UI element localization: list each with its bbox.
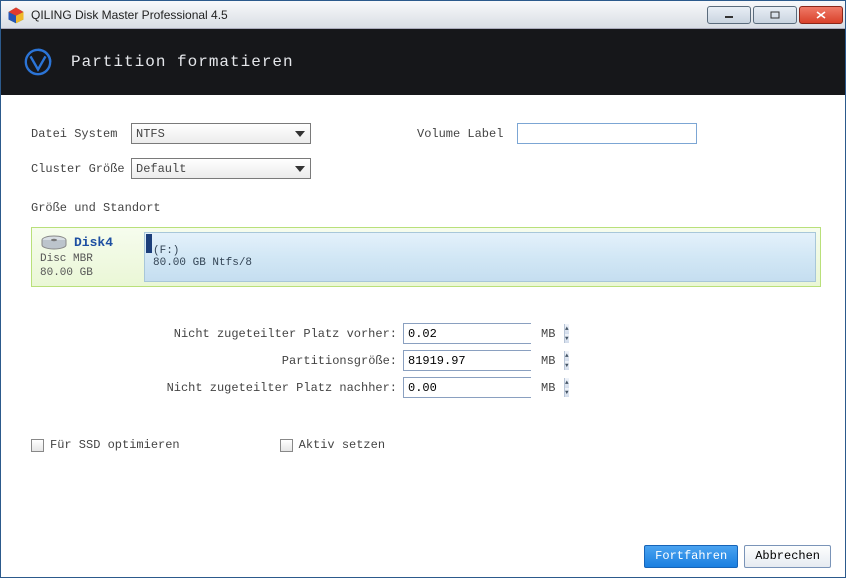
set-active-label: Aktiv setzen	[299, 438, 385, 452]
maximize-icon	[770, 11, 780, 19]
partition-size-input[interactable]	[404, 351, 564, 370]
unit-label: MB	[541, 327, 555, 341]
continue-button[interactable]: Fortfahren	[644, 545, 738, 568]
minimize-button[interactable]	[707, 6, 751, 24]
checkbox-icon	[280, 439, 293, 452]
spinner-down-icon[interactable]: ▼	[565, 334, 569, 344]
cluster-size-label: Cluster Größe	[31, 162, 131, 176]
close-button[interactable]	[799, 6, 843, 24]
app-icon	[7, 6, 25, 24]
disk-name: Disk4	[74, 235, 113, 250]
unalloc-before-input[interactable]	[404, 324, 564, 343]
hdd-icon	[40, 234, 68, 252]
file-system-select[interactable]: NTFS	[131, 123, 311, 144]
disk-type: Disc MBR	[40, 252, 144, 266]
cluster-size-value: Default	[136, 162, 186, 176]
disk-info: Disk4 Disc MBR 80.00 GB	[36, 232, 144, 282]
cancel-button[interactable]: Abbrechen	[744, 545, 831, 568]
spinner-up-icon[interactable]: ▲	[565, 378, 569, 388]
file-system-label: Datei System	[31, 127, 131, 141]
partition-size-label: Partitionsgröße:	[31, 354, 403, 368]
unit-label: MB	[541, 354, 555, 368]
disk-panel: Disk4 Disc MBR 80.00 GB (F:) 80.00 GB Nt…	[31, 227, 821, 287]
file-system-value: NTFS	[136, 127, 165, 141]
chevron-down-icon	[291, 161, 308, 176]
unalloc-before-label: Nicht zugeteilter Platz vorher:	[31, 327, 403, 341]
unalloc-before-spinner[interactable]: ▲ ▼	[403, 323, 531, 344]
chevron-down-icon	[291, 126, 308, 141]
unalloc-after-label: Nicht zugeteilter Platz nachher:	[31, 381, 403, 395]
page-header: Partition formatieren	[1, 29, 845, 95]
partition-size-spinner[interactable]: ▲ ▼	[403, 350, 531, 371]
ssd-optimize-checkbox[interactable]: Für SSD optimieren	[31, 438, 180, 452]
partition-bar[interactable]: (F:) 80.00 GB Ntfs/8	[144, 232, 816, 282]
titlebar: QILING Disk Master Professional 4.5	[1, 1, 845, 29]
spinner-down-icon[interactable]: ▼	[565, 361, 569, 371]
unit-label: MB	[541, 381, 555, 395]
footer: Fortfahren Abbrechen	[1, 535, 845, 577]
set-active-checkbox[interactable]: Aktiv setzen	[280, 438, 385, 452]
unalloc-after-spinner[interactable]: ▲ ▼	[403, 377, 531, 398]
volume-label-label: Volume Label	[417, 127, 517, 141]
maximize-button[interactable]	[753, 6, 797, 24]
unalloc-after-input[interactable]	[404, 378, 564, 397]
minimize-icon	[724, 11, 734, 19]
cluster-size-select[interactable]: Default	[131, 158, 311, 179]
page-title: Partition formatieren	[71, 53, 294, 71]
spinner-up-icon[interactable]: ▲	[565, 324, 569, 334]
disk-capacity: 80.00 GB	[40, 266, 144, 280]
logo-icon	[23, 47, 53, 77]
spinner-down-icon[interactable]: ▼	[565, 388, 569, 398]
spinner-up-icon[interactable]: ▲	[565, 351, 569, 361]
window-title: QILING Disk Master Professional 4.5	[31, 8, 707, 22]
partition-description: 80.00 GB Ntfs/8	[153, 257, 815, 269]
content-area: Datei System NTFS Volume Label Cluster G…	[1, 95, 845, 535]
ssd-optimize-label: Für SSD optimieren	[50, 438, 180, 452]
size-section-heading: Größe und Standort	[31, 201, 821, 215]
checkbox-icon	[31, 439, 44, 452]
close-icon	[816, 11, 826, 19]
partition-drive-letter: (F:)	[153, 245, 815, 257]
partition-handle[interactable]	[146, 234, 152, 253]
volume-label-input[interactable]	[517, 123, 697, 144]
